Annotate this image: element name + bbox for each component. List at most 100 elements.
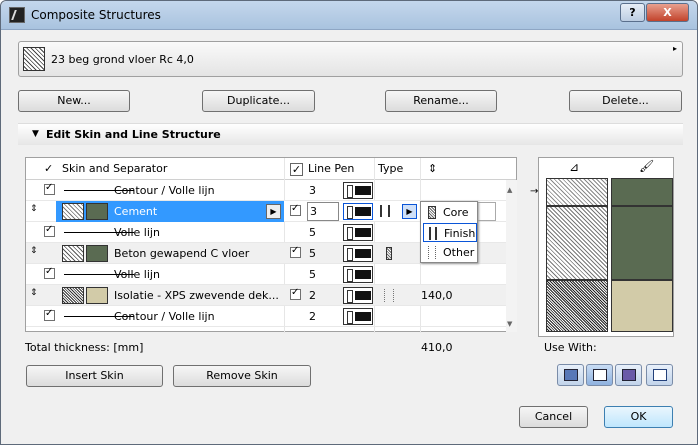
slab-tool-icon[interactable] bbox=[586, 364, 613, 386]
line-type-icon[interactable] bbox=[343, 266, 373, 283]
line-pen[interactable]: 5 bbox=[309, 247, 316, 260]
line-type-icon[interactable] bbox=[343, 224, 373, 241]
drag-handle-icon[interactable]: ⇕ bbox=[30, 288, 38, 298]
pen-checkbox[interactable] bbox=[290, 203, 301, 216]
section-header[interactable]: ▼ Edit Skin and Line Structure bbox=[18, 123, 683, 145]
shell-tool-icon[interactable] bbox=[646, 364, 673, 386]
line-type-icon[interactable] bbox=[343, 287, 373, 304]
skin-fill-pattern-icon[interactable] bbox=[62, 203, 84, 220]
popup-item-other[interactable]: Other bbox=[423, 243, 477, 262]
row-name: Contour / Volle lijn bbox=[114, 184, 215, 197]
row-name: Contour / Volle lijn bbox=[114, 310, 215, 323]
finish-icon bbox=[429, 227, 437, 240]
close-button[interactable]: X bbox=[646, 3, 689, 22]
preview-skin-color[interactable] bbox=[611, 280, 673, 332]
ok-button[interactable]: OK bbox=[604, 406, 673, 428]
help-button[interactable]: ? bbox=[620, 3, 645, 22]
skin-fill-color[interactable] bbox=[86, 287, 108, 304]
line-pen: 3 bbox=[310, 205, 317, 218]
type-finish-icon bbox=[378, 204, 398, 219]
thickness-value[interactable]: 140,0 bbox=[421, 289, 453, 302]
line-type-icon[interactable] bbox=[343, 245, 373, 262]
skin-fill-pattern-icon[interactable] bbox=[62, 287, 84, 304]
wall-tool-icon[interactable] bbox=[557, 364, 584, 386]
table-row[interactable]: Contour / Volle lijn 2 bbox=[26, 306, 506, 327]
table-row[interactable]: ⇕ Isolatie - XPS zwevende dek... 2 140,0 bbox=[26, 285, 506, 306]
table-header: ✓ Skin and Separator ✓ Line Pen Type ⇕ bbox=[26, 158, 516, 180]
duplicate-button[interactable]: Duplicate... bbox=[202, 90, 315, 112]
fill-expand-icon[interactable]: ▶ bbox=[266, 204, 281, 219]
header-pen-check-icon[interactable]: ✓ bbox=[290, 163, 303, 176]
popup-item-label: Finish bbox=[444, 227, 476, 240]
line-pen[interactable]: 5 bbox=[309, 268, 316, 281]
line-pen[interactable]: 2 bbox=[309, 289, 316, 302]
type-other-icon bbox=[384, 289, 394, 302]
insert-skin-button[interactable]: Insert Skin bbox=[26, 365, 163, 387]
type-popup-menu: Core Finish Other bbox=[420, 201, 478, 263]
preview-layers: → bbox=[530, 178, 673, 332]
collapse-arrow-icon[interactable]: ▼ bbox=[32, 129, 39, 139]
scroll-down-icon[interactable]: ▼ bbox=[507, 320, 512, 328]
row-checkbox[interactable] bbox=[44, 308, 55, 321]
header-line-pen: Line Pen bbox=[308, 162, 355, 175]
structure-picker[interactable]: 23 beg grond vloer Rc 4,0 ▸ bbox=[18, 41, 683, 77]
roof-tool-icon[interactable] bbox=[615, 364, 642, 386]
skin-fill-color[interactable] bbox=[86, 245, 108, 262]
edge-angle-icon: ⊿ bbox=[569, 160, 580, 174]
title-bar: Composite Structures ? X bbox=[1, 1, 697, 30]
other-icon bbox=[428, 246, 436, 259]
paint-brush-icon: 🖌 bbox=[639, 159, 655, 173]
skin-fill-color[interactable] bbox=[86, 203, 108, 220]
row-checkbox[interactable] bbox=[44, 182, 55, 195]
preview-skin-pattern[interactable] bbox=[546, 280, 608, 332]
table-scrollbar[interactable]: ▲ ▼ bbox=[506, 180, 517, 332]
core-icon bbox=[428, 206, 436, 219]
header-type: Type bbox=[378, 162, 404, 175]
skin-fill-pattern-icon[interactable] bbox=[62, 245, 84, 262]
preview-skin-pattern[interactable] bbox=[546, 206, 608, 280]
popup-item-core[interactable]: Core bbox=[423, 203, 477, 222]
line-pen[interactable]: 5 bbox=[309, 226, 316, 239]
cancel-button[interactable]: Cancel bbox=[519, 406, 588, 428]
drag-handle-icon[interactable]: ⇕ bbox=[30, 204, 38, 214]
new-button[interactable]: New... bbox=[18, 90, 130, 112]
dialog-window: Composite Structures ? X 23 beg grond vl… bbox=[0, 0, 698, 445]
total-thickness-value: 410,0 bbox=[421, 341, 453, 354]
line-pen[interactable]: 3 bbox=[309, 184, 316, 197]
scroll-up-icon[interactable]: ▲ bbox=[507, 186, 512, 194]
line-pen-field[interactable]: 3 bbox=[307, 202, 339, 221]
thickness-icon: ⇕ bbox=[428, 162, 438, 175]
row-name: Volle lijn bbox=[114, 226, 160, 239]
popup-item-label: Core bbox=[443, 206, 469, 219]
rename-button[interactable]: Rename... bbox=[385, 90, 497, 112]
row-name: Isolatie - XPS zwevende dek... bbox=[114, 289, 279, 302]
delete-button[interactable]: Delete... bbox=[569, 90, 682, 112]
type-expand-icon[interactable]: ▶ bbox=[402, 204, 417, 219]
structure-fill-swatch bbox=[23, 47, 45, 71]
line-type-icon[interactable] bbox=[343, 182, 373, 199]
window-title: Composite Structures bbox=[31, 8, 161, 22]
section-title: Edit Skin and Line Structure bbox=[46, 128, 221, 141]
remove-skin-button[interactable]: Remove Skin bbox=[173, 365, 311, 387]
table-row[interactable]: Volle lijn 5 bbox=[26, 264, 506, 285]
row-name: Volle lijn bbox=[114, 268, 160, 281]
header-check-icon[interactable]: ✓ bbox=[44, 162, 53, 175]
row-checkbox[interactable] bbox=[44, 224, 55, 237]
line-type-icon[interactable] bbox=[343, 203, 373, 220]
preview-skin-color[interactable] bbox=[611, 178, 673, 206]
drag-handle-icon[interactable]: ⇕ bbox=[30, 246, 38, 256]
header-skin: Skin and Separator bbox=[62, 162, 168, 175]
pen-checkbox[interactable] bbox=[290, 287, 301, 300]
row-name[interactable]: Cement bbox=[114, 205, 157, 218]
insertion-arrow-icon: → bbox=[530, 186, 539, 197]
picker-expand-icon[interactable]: ▸ bbox=[673, 44, 677, 53]
preview-skin-color[interactable] bbox=[611, 206, 673, 280]
table-row[interactable]: Contour / Volle lijn 3 bbox=[26, 180, 506, 201]
pen-checkbox[interactable] bbox=[290, 245, 301, 258]
popup-item-finish[interactable]: Finish bbox=[423, 223, 477, 242]
line-pen[interactable]: 2 bbox=[309, 310, 316, 323]
row-checkbox[interactable] bbox=[44, 266, 55, 279]
preview-skin-pattern[interactable] bbox=[546, 178, 608, 206]
line-type-icon[interactable] bbox=[343, 308, 373, 325]
use-with-label: Use With: bbox=[544, 341, 597, 354]
